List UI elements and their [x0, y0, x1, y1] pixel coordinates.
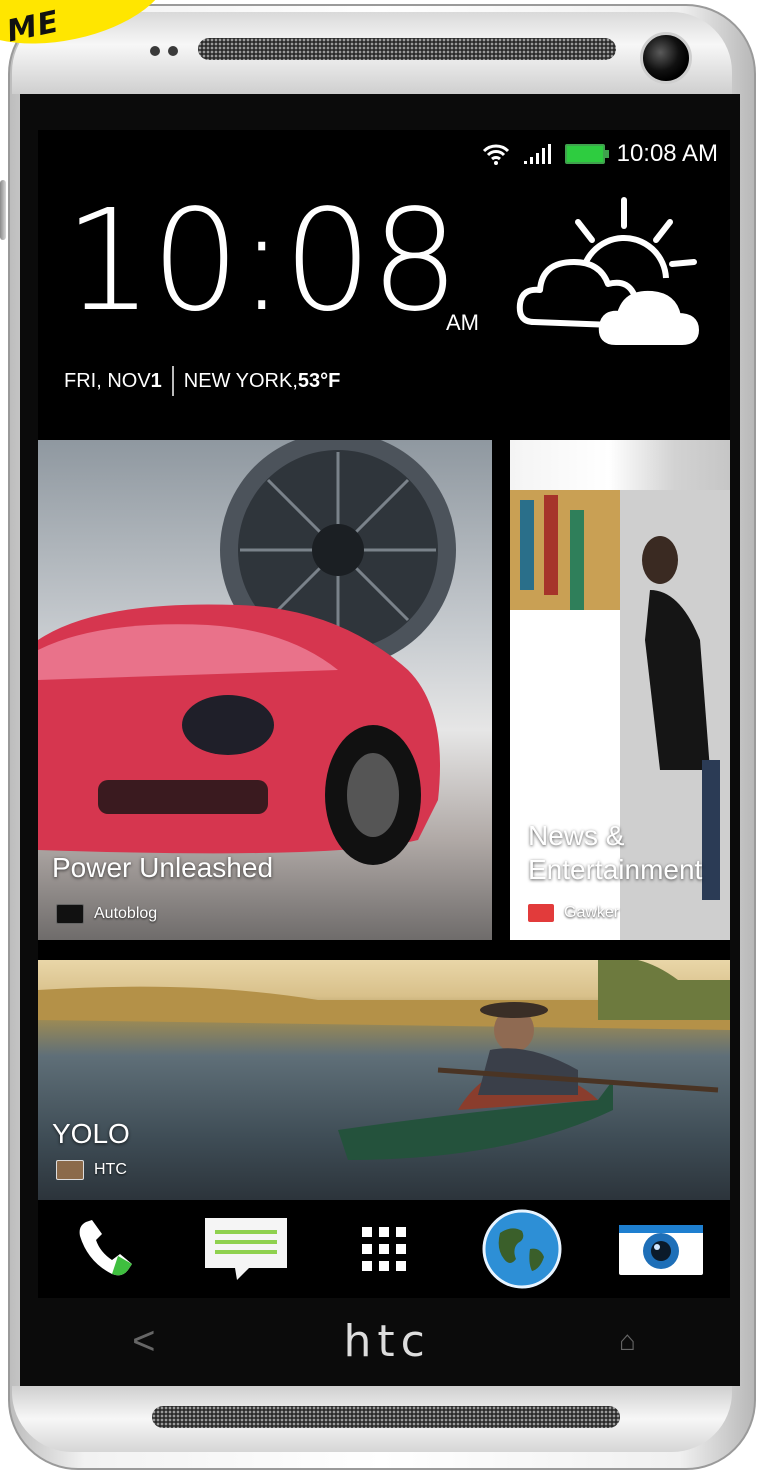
- status-time: 10:08 AM: [616, 140, 718, 167]
- wifi-icon: [482, 144, 509, 165]
- tile-source-label: Gawker: [564, 904, 620, 921]
- bottom-speaker-grille: [152, 1406, 620, 1428]
- blinkfeed-tile-power-unleashed[interactable]: Power Unleashed Autoblog: [38, 440, 492, 940]
- app-drawer-icon[interactable]: [341, 1206, 427, 1292]
- home-screen: 10:08 AM 10:08 AM FRI, NOV 1 NEW YORK, 5…: [38, 130, 730, 1298]
- top-speaker-grille: [198, 38, 616, 60]
- phone-icon[interactable]: [64, 1206, 150, 1292]
- battery-icon: [564, 144, 609, 164]
- clock-widget-ampm: AM: [446, 310, 479, 335]
- status-bar: 10:08 AM: [38, 130, 730, 178]
- tile-title: YOLO: [52, 1118, 130, 1149]
- tile-source: HTC: [56, 1160, 127, 1180]
- front-camera: [640, 32, 692, 84]
- home-button[interactable]: ⌂: [619, 1325, 636, 1357]
- blinkfeed-tile-yolo[interactable]: YOLO HTC: [38, 960, 730, 1200]
- clock-widget-date-location[interactable]: FRI, NOV 1 NEW YORK, 53°F: [64, 366, 340, 396]
- date-prefix: FRI, NOV: [64, 369, 151, 392]
- canoe-lake-image: [38, 960, 730, 1160]
- tile-source: Autoblog: [56, 904, 157, 924]
- autoblog-icon: [56, 904, 84, 924]
- clock-widget-time[interactable]: 10:08: [64, 192, 459, 332]
- tile-source: Gawker: [528, 904, 619, 922]
- app-dock: [38, 1200, 730, 1298]
- browser-globe-icon[interactable]: [479, 1206, 565, 1292]
- navigation-bar: < htc ⌂: [38, 1298, 730, 1384]
- tile-title-line2: Entertainment: [528, 854, 703, 885]
- tile-source-label: Autoblog: [94, 905, 158, 922]
- weather-partly-cloudy-icon[interactable]: [512, 192, 702, 352]
- tile-source-label: HTC: [94, 1161, 127, 1178]
- htc-logo: htc: [343, 1315, 431, 1367]
- camera-icon[interactable]: [618, 1206, 704, 1292]
- back-button[interactable]: <: [132, 1319, 155, 1364]
- temperature: 53°F: [297, 369, 341, 392]
- date-divider: [171, 366, 174, 396]
- tile-title: Power Unleashed: [52, 852, 274, 883]
- location-prefix: NEW YORK,: [183, 369, 298, 392]
- proximity-sensor: [150, 46, 160, 56]
- date-number: 1: [150, 369, 162, 392]
- instagram-icon: [56, 1160, 84, 1180]
- messages-icon[interactable]: [203, 1206, 289, 1292]
- power-side-button: [0, 180, 6, 240]
- tile-title-line1: News &: [528, 820, 625, 851]
- blinkfeed-tile-news-entertainment[interactable]: News & Entertainment Gawker: [510, 440, 730, 940]
- light-sensor: [168, 46, 178, 56]
- gawker-icon: [528, 904, 554, 922]
- signal-icon: [523, 144, 551, 164]
